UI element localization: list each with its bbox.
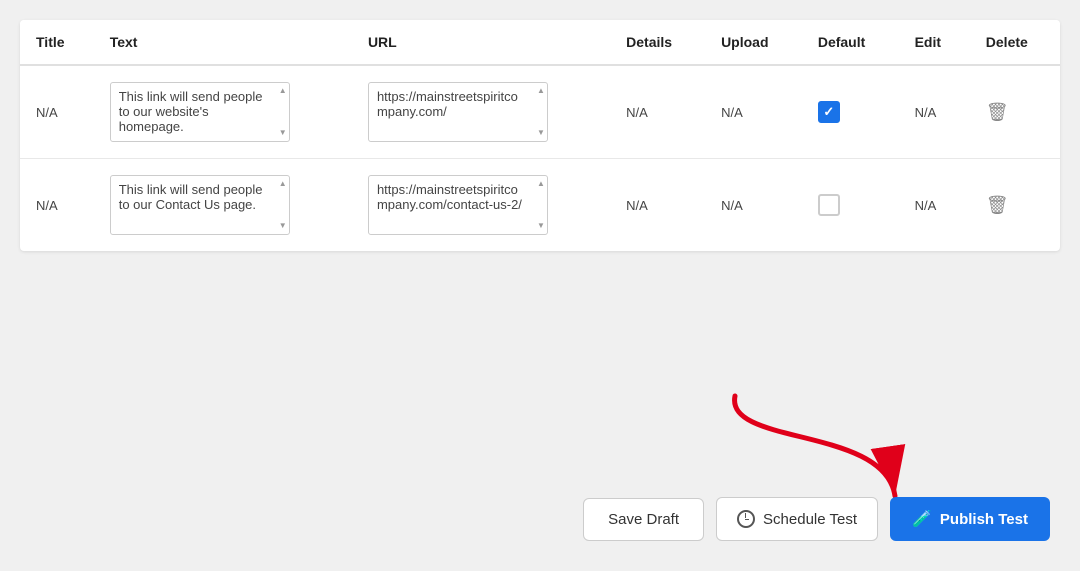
row2-edit: N/A — [899, 159, 970, 252]
row2-default[interactable] — [802, 159, 899, 252]
row1-delete[interactable]: 🗑 — [970, 65, 1060, 159]
publish-test-label: Publish Test — [940, 511, 1028, 528]
row2-url-cell: https://mainstreetspiritcompany.com/cont… — [352, 159, 610, 252]
row1-upload: N/A — [705, 65, 802, 159]
links-table: Title Text URL Details Upload Default Ed… — [20, 20, 1060, 251]
schedule-test-label: Schedule Test — [763, 511, 857, 528]
row2-text-cell: This link will send people to our Contac… — [94, 159, 352, 252]
row1-text-scroll-down[interactable]: ▼ — [279, 129, 287, 137]
row1-text-scroll-arrows: ▲ ▼ — [279, 83, 287, 141]
beaker-icon: 🧪 — [912, 509, 932, 529]
row2-trash-icon[interactable]: 🗑 — [986, 195, 1009, 215]
row1-url-scroll-up[interactable]: ▲ — [537, 87, 545, 95]
col-edit: Edit — [899, 20, 970, 65]
row2-url-scroll-down[interactable]: ▼ — [537, 222, 545, 230]
table-wrapper: Title Text URL Details Upload Default Ed… — [20, 20, 1060, 251]
row2-text-scroll-arrows: ▲ ▼ — [279, 176, 287, 234]
main-container: Title Text URL Details Upload Default Ed… — [0, 0, 1080, 571]
row2-details: N/A — [610, 159, 705, 252]
row2-text-scroll-down[interactable]: ▼ — [279, 222, 287, 230]
col-delete: Delete — [970, 20, 1060, 65]
table-row: N/A This link will send people to our Co… — [20, 159, 1060, 252]
col-title: Title — [20, 20, 94, 65]
col-details: Details — [610, 20, 705, 65]
row1-default[interactable] — [802, 65, 899, 159]
row1-url-scrollable[interactable]: https://mainstreetspiritcompany.com/ ▲ ▼ — [368, 82, 548, 142]
row2-delete[interactable]: 🗑 — [970, 159, 1060, 252]
row1-url-scroll-down[interactable]: ▼ — [537, 129, 545, 137]
row1-url-scroll-arrows: ▲ ▼ — [537, 83, 545, 141]
row1-title: N/A — [20, 65, 94, 159]
footer-buttons: Save Draft Schedule Test 🧪 Publish Test — [583, 497, 1050, 541]
row1-text-scroll-up[interactable]: ▲ — [279, 87, 287, 95]
row2-url-scrollable[interactable]: https://mainstreetspiritcompany.com/cont… — [368, 175, 548, 235]
table-row: N/A This link will send people to our we… — [20, 65, 1060, 159]
col-default: Default — [802, 20, 899, 65]
row1-text: This link will send people to our websit… — [119, 89, 263, 134]
row2-title: N/A — [20, 159, 94, 252]
row1-url-cell: https://mainstreetspiritcompany.com/ ▲ ▼ — [352, 65, 610, 159]
row1-details: N/A — [610, 65, 705, 159]
row1-text-scrollable[interactable]: This link will send people to our websit… — [110, 82, 290, 142]
row1-text-cell: This link will send people to our websit… — [94, 65, 352, 159]
col-upload: Upload — [705, 20, 802, 65]
row2-text-scroll-up[interactable]: ▲ — [279, 180, 287, 188]
save-draft-button[interactable]: Save Draft — [583, 498, 704, 541]
row2-text-scrollable[interactable]: This link will send people to our Contac… — [110, 175, 290, 235]
clock-icon — [737, 510, 755, 528]
row2-url: https://mainstreetspiritcompany.com/cont… — [377, 182, 522, 212]
row1-trash-icon[interactable]: 🗑 — [986, 102, 1009, 122]
row2-url-scroll-arrows: ▲ ▼ — [537, 176, 545, 234]
row1-default-checkbox[interactable] — [818, 101, 840, 123]
row2-text: This link will send people to our Contac… — [119, 182, 263, 212]
schedule-test-button[interactable]: Schedule Test — [716, 497, 878, 541]
col-text: Text — [94, 20, 352, 65]
row1-url: https://mainstreetspiritcompany.com/ — [377, 89, 518, 119]
row1-edit: N/A — [899, 65, 970, 159]
footer-area: Save Draft Schedule Test 🧪 Publish Test — [0, 251, 1080, 571]
publish-test-button[interactable]: 🧪 Publish Test — [890, 497, 1050, 541]
row2-url-scroll-up[interactable]: ▲ — [537, 180, 545, 188]
row2-default-checkbox[interactable] — [818, 194, 840, 216]
col-url: URL — [352, 20, 610, 65]
row2-upload: N/A — [705, 159, 802, 252]
